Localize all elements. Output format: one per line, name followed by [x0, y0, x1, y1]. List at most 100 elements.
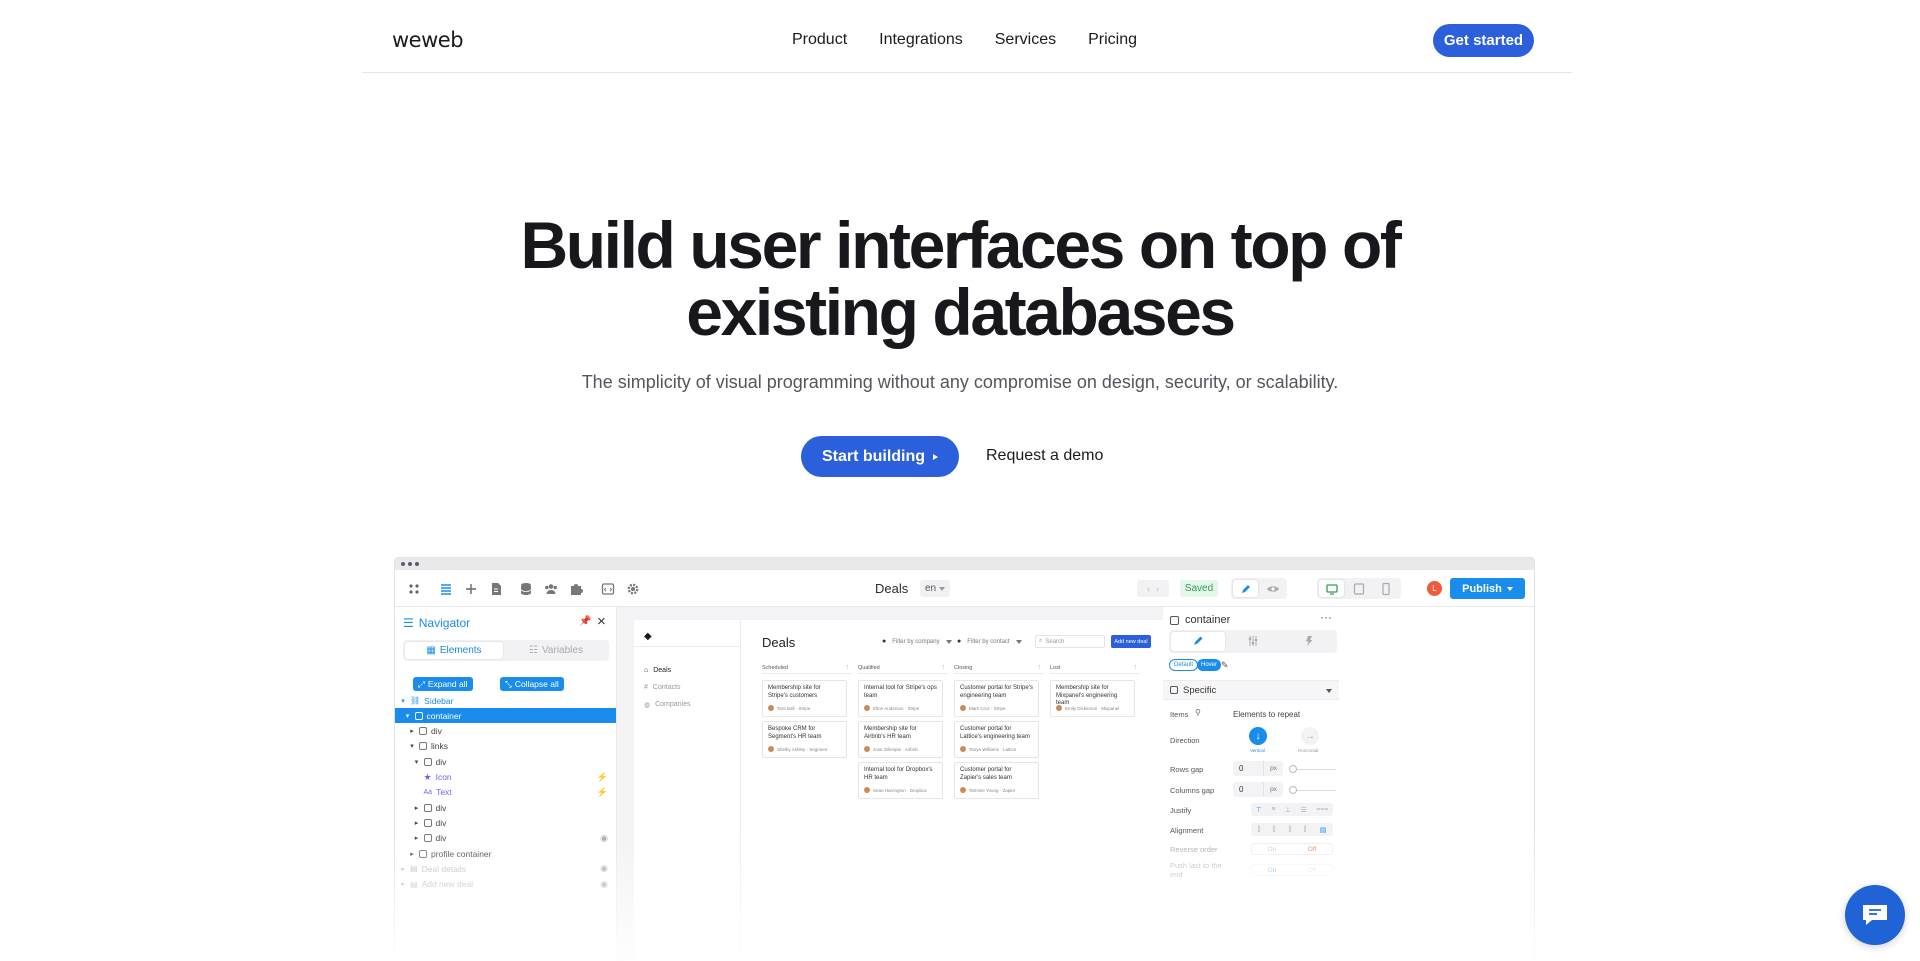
justify-start-icon[interactable]: ⊤	[1256, 806, 1262, 814]
deal-card[interactable]: Customer portal for Zapier's sales team T…	[954, 762, 1039, 799]
push-on[interactable]: On	[1252, 865, 1292, 875]
nav-link-pricing[interactable]: Pricing	[1088, 31, 1137, 49]
mobile-icon[interactable]	[1379, 582, 1393, 596]
direction-vertical-arrow-icon[interactable]: ↓	[1249, 727, 1267, 745]
tree-toggle-icon[interactable]: ▸	[408, 727, 416, 735]
weweb-logo[interactable]: weweb	[392, 28, 464, 52]
tree-toggle-icon[interactable]: ▸	[399, 880, 407, 888]
deal-card[interactable]: Customer portal for Stripe's engineering…	[954, 680, 1039, 717]
nav-link-product[interactable]: Product	[792, 31, 847, 49]
pin-icon[interactable]: 📌	[579, 616, 591, 627]
edit-state-icon[interactable]: ✎	[1221, 660, 1229, 671]
columns-gap-input[interactable]: 0 px	[1233, 782, 1283, 797]
tree-node[interactable]: Aa Text ⚡	[395, 785, 616, 800]
tree-toggle-icon[interactable]: ▸	[413, 819, 421, 827]
tree-toggle-icon[interactable]: ▸	[399, 865, 407, 873]
settings-gear-icon[interactable]	[626, 582, 640, 596]
app-nav-companies[interactable]: ◍ Companies	[644, 701, 691, 709]
align-center-icon[interactable]: ⫿	[1273, 826, 1275, 834]
start-building-button[interactable]: Start building	[801, 436, 959, 477]
style-brush-icon[interactable]	[1192, 635, 1204, 647]
align-baseline-icon[interactable]: ⫿	[1304, 826, 1306, 834]
deal-card[interactable]: Internal tool for Stripe's ops team Elton…	[858, 680, 943, 717]
tree-node[interactable]: ▸ div	[395, 815, 616, 830]
workflow-bolt-icon[interactable]	[1303, 635, 1315, 647]
reverse-off[interactable]: Off	[1292, 844, 1332, 854]
tree-toggle-icon[interactable]: ▸	[408, 850, 416, 858]
users-icon[interactable]	[544, 582, 558, 596]
publish-button[interactable]: Publish	[1450, 578, 1525, 599]
edit-pencil-icon[interactable]	[1239, 582, 1253, 596]
rows-gap-unit[interactable]: px	[1263, 761, 1283, 776]
visibility-eye-icon[interactable]: ◉	[600, 833, 608, 844]
items-value[interactable]: Elements to repeat	[1233, 710, 1300, 719]
bound-plug-icon[interactable]: ⚡	[597, 787, 608, 798]
page-file-icon[interactable]	[489, 582, 503, 596]
align-start-icon[interactable]: ⫿	[1258, 826, 1260, 834]
close-icon[interactable]: ×	[597, 613, 606, 630]
visibility-eye-icon[interactable]: ◉	[600, 863, 608, 874]
edit-preview-toggle[interactable]	[1231, 578, 1287, 599]
align-stretch-icon[interactable]: ▤	[1320, 826, 1327, 834]
layers-list-icon[interactable]	[439, 582, 453, 596]
column-menu-icon[interactable]: ⋮	[1133, 665, 1139, 671]
tree-node[interactable]: ▸ ▤ Deal details ◉	[395, 861, 616, 876]
bound-plug-icon[interactable]: ⚡	[597, 772, 608, 783]
collapse-all-button[interactable]: ⤡ Collapse all	[500, 677, 564, 691]
filter-contact-select[interactable]: ● Filter by contact	[957, 635, 1022, 648]
rows-gap-input[interactable]: 0 px	[1233, 761, 1283, 776]
tree-toggle-icon[interactable]: ▾	[404, 712, 412, 720]
tree-node[interactable]: ▾ ⛓ Sidebar	[395, 693, 616, 708]
get-started-button[interactable]: Get started	[1433, 24, 1534, 57]
deal-card[interactable]: Internal tool for Dropbox's HR team Sean …	[858, 762, 943, 799]
tree-node[interactable]: ▾ container	[395, 708, 616, 724]
columns-gap-slider[interactable]	[1289, 786, 1336, 794]
push-off[interactable]: Off	[1292, 865, 1332, 875]
apps-grid-icon[interactable]	[407, 582, 421, 596]
tree-node[interactable]: ▸ profile container	[395, 846, 616, 861]
tree-toggle-icon[interactable]: ▾	[413, 758, 421, 766]
rows-gap-slider[interactable]	[1289, 765, 1336, 773]
justify-end-icon[interactable]: ⊥	[1285, 806, 1291, 814]
deal-card[interactable]: Membership site for Airbnb's HR team Jose…	[858, 721, 943, 758]
specific-section-header[interactable]: Specific	[1163, 680, 1339, 700]
app-nav-contacts[interactable]: # Contacts	[644, 684, 681, 691]
device-switcher[interactable]	[1317, 578, 1401, 599]
tree-node[interactable]: ▸ ▤ Add new deal ◉	[395, 877, 616, 892]
tree-node[interactable]: ▾ links	[395, 739, 616, 754]
tablet-icon[interactable]	[1352, 582, 1366, 596]
redo-icon[interactable]: ›	[1156, 584, 1159, 594]
tree-toggle-icon[interactable]: ▾	[408, 742, 416, 750]
plugins-puzzle-icon[interactable]	[569, 582, 583, 596]
reverse-order-toggle[interactable]: On Off	[1251, 843, 1333, 855]
tab-elements[interactable]: ▦ Elements	[405, 642, 503, 659]
app-nav-deals[interactable]: ⌂ Deals	[644, 667, 671, 674]
nav-link-services[interactable]: Services	[995, 31, 1056, 49]
alignment-options[interactable]: ⫿ ⫿ ⫿ ⫿ ▤	[1251, 823, 1333, 836]
app-search-input[interactable]: ⌕ Search	[1035, 635, 1105, 648]
align-end-icon[interactable]: ⫿	[1289, 826, 1291, 834]
justify-between-icon[interactable]: ☰	[1301, 806, 1307, 814]
undo-redo-controls[interactable]: ‹ ›	[1137, 580, 1169, 597]
justify-around-icon[interactable]: ⩶	[1316, 806, 1328, 814]
tree-node[interactable]: ▸ div ◉	[395, 831, 616, 846]
desktop-icon[interactable]	[1325, 582, 1339, 596]
state-hover-pill[interactable]: Hover	[1197, 659, 1222, 671]
deal-card[interactable]: Bespoke CRM for Segment's HR team Shelby …	[762, 721, 847, 758]
tree-node[interactable]: ▸ div	[395, 800, 616, 815]
tree-node[interactable]: ▸ div	[395, 724, 616, 739]
justify-center-icon[interactable]: ≡	[1271, 806, 1275, 813]
deal-card[interactable]: Customer portal for Lattice's engineerin…	[954, 721, 1039, 758]
tree-node[interactable]: ▾ div	[395, 754, 616, 769]
database-icon[interactable]	[519, 582, 533, 596]
tree-toggle-icon[interactable]: ▸	[413, 834, 421, 842]
tree-toggle-icon[interactable]: ▾	[399, 697, 407, 705]
tree-node[interactable]: ★ Icon ⚡	[395, 770, 616, 785]
direction-horizontal-arrow-icon[interactable]: →	[1301, 727, 1319, 745]
preview-eye-icon[interactable]	[1266, 582, 1280, 596]
bind-plug-icon[interactable]: ⚲	[1195, 708, 1201, 717]
column-menu-icon[interactable]: ⋮	[1037, 665, 1043, 671]
justify-options[interactable]: ⊤ ≡ ⊥ ☰ ⩶	[1251, 803, 1333, 816]
deal-card[interactable]: Membership site for Stripe's customers Ta…	[762, 680, 847, 717]
request-demo-link[interactable]: Request a demo	[986, 447, 1103, 465]
